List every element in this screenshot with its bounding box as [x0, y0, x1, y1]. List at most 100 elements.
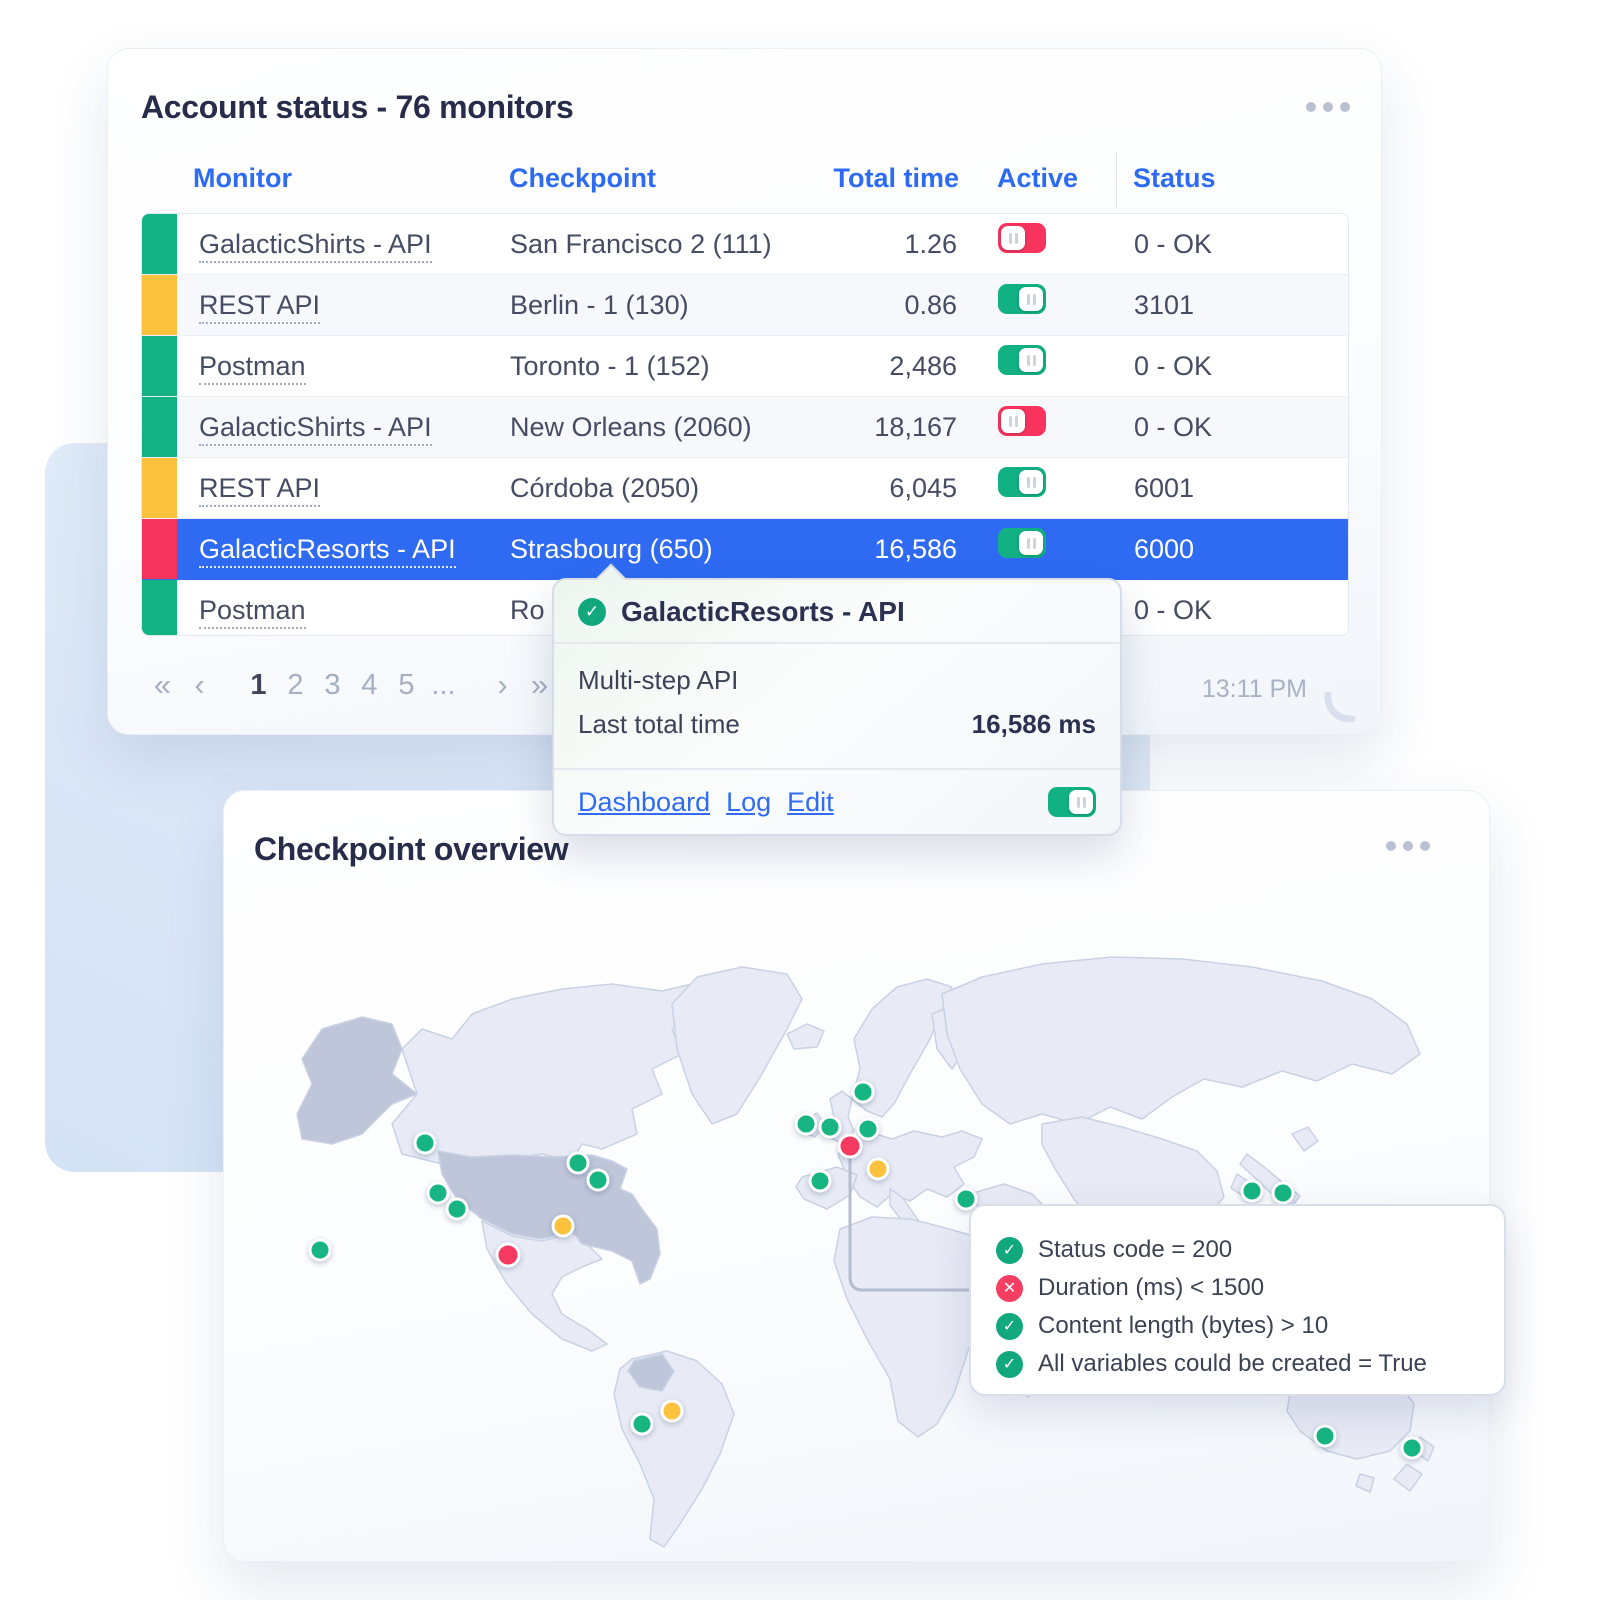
table-row[interactable]: GalacticShirts - API San Francisco 2 (11… [142, 214, 1348, 275]
status-cell: 0 - OK [1134, 397, 1212, 457]
checkpoint-overview-card: Checkpoint overview [223, 790, 1490, 1562]
checkpoint-dot-green[interactable] [631, 1413, 654, 1436]
table-row[interactable]: REST API Córdoba (2050) 6,045 6001 [142, 458, 1348, 519]
row-status-bar [142, 397, 177, 457]
checkpoint-dot-green[interactable] [567, 1152, 590, 1175]
checkpoint-dot-green[interactable] [1314, 1425, 1337, 1448]
checkpoint-dot-green[interactable] [446, 1198, 469, 1221]
column-header-total-time[interactable]: Total time [808, 163, 959, 194]
status-cell: 6000 [1134, 519, 1194, 579]
table-row[interactable]: GalacticShirts - API New Orleans (2060) … [142, 397, 1348, 458]
edit-link[interactable]: Edit [787, 787, 834, 818]
check-item: Content length (bytes) > 10 [996, 1307, 1504, 1345]
checkpoint-dot-green[interactable] [857, 1118, 880, 1141]
active-toggle[interactable] [998, 406, 1046, 436]
monitor-type-label: Multi-step API [578, 658, 738, 702]
account-card-title: Account status - 76 monitors [141, 89, 574, 126]
row-status-bar [142, 214, 177, 274]
check-item: Duration (ms) < 1500 [996, 1269, 1504, 1307]
checkpoint-cell: Ro [510, 580, 545, 636]
status-cell: 6001 [1134, 458, 1194, 518]
checkpoint-dot-green[interactable] [1272, 1182, 1295, 1205]
active-toggle[interactable] [998, 345, 1046, 375]
checkpoint-dot-yellow[interactable] [867, 1158, 890, 1181]
checkpoint-dot-green[interactable] [1241, 1180, 1264, 1203]
checkpoint-dot-green[interactable] [809, 1170, 832, 1193]
dashboard-link[interactable]: Dashboard [578, 787, 710, 818]
last-total-time-label: Last total time [578, 702, 740, 746]
pagination-next-icon[interactable]: › [484, 667, 521, 703]
checkpoint-cell: Córdoba (2050) [510, 458, 699, 518]
column-header-active[interactable]: Active [997, 163, 1078, 194]
pagination: « ‹ 1 2 3 4 5 ... › » [144, 663, 558, 707]
checkpoint-dot-yellow[interactable] [552, 1215, 575, 1238]
check-item: All variables could be created = True [996, 1345, 1504, 1383]
checkpoint-cell: San Francisco 2 (111) [510, 214, 772, 274]
monitor-popover: GalacticResorts - API Multi-step API Las… [552, 578, 1122, 836]
pagination-page[interactable]: 4 [351, 669, 388, 702]
checkpoint-dot-green[interactable] [427, 1182, 450, 1205]
checkpoint-dot-green[interactable] [795, 1113, 818, 1136]
monitor-link[interactable]: Postman [199, 336, 306, 396]
column-header-status[interactable]: Status [1133, 163, 1216, 194]
total-time-cell: 2,486 [792, 336, 957, 396]
column-header-monitor[interactable]: Monitor [193, 163, 292, 194]
checkpoint-dot-green[interactable] [819, 1116, 842, 1139]
column-header-checkpoint[interactable]: Checkpoint [509, 163, 656, 194]
checkpoint-dot-yellow[interactable] [661, 1400, 684, 1423]
status-cell: 3101 [1134, 275, 1194, 335]
active-toggle[interactable] [998, 284, 1046, 314]
monitor-popover-header: GalacticResorts - API [554, 580, 1120, 644]
pagination-page[interactable]: 5 [388, 669, 425, 702]
checkpoint-cell: New Orleans (2060) [510, 397, 752, 457]
checkpoint-dot-green[interactable] [414, 1132, 437, 1155]
log-link[interactable]: Log [726, 787, 771, 818]
status-cell: 0 - OK [1134, 580, 1212, 636]
active-toggle[interactable] [998, 467, 1046, 497]
checkpoint-dot-red[interactable] [496, 1243, 521, 1268]
row-status-bar [142, 519, 177, 579]
pagination-page[interactable]: 1 [240, 669, 277, 702]
row-status-bar [142, 458, 177, 518]
checkpoint-dot-green[interactable] [309, 1239, 332, 1262]
last-total-time-value: 16,586 ms [972, 702, 1096, 746]
row-status-bar [142, 275, 177, 335]
ellipsis-menu-icon[interactable] [1386, 841, 1430, 851]
table-row-selected[interactable]: GalacticResorts - API Strasbourg (650) 1… [142, 519, 1348, 580]
status-cell: 0 - OK [1134, 214, 1212, 274]
check-label: Duration (ms) < 1500 [1038, 1274, 1264, 1302]
active-toggle[interactable] [998, 528, 1046, 558]
check-item: Status code = 200 [996, 1231, 1504, 1269]
checkpoint-checks-popover: Status code = 200 Duration (ms) < 1500 C… [969, 1204, 1506, 1396]
monitor-active-toggle[interactable] [1048, 787, 1096, 817]
total-time-cell: 1.26 [792, 214, 957, 274]
checkpoint-dot-red[interactable] [838, 1134, 863, 1159]
checkpoint-dot-green[interactable] [1401, 1437, 1424, 1460]
monitor-link[interactable]: GalacticResorts - API [199, 519, 456, 579]
total-time-cell: 18,167 [792, 397, 957, 457]
table-row[interactable]: Postman Toronto - 1 (152) 2,486 0 - OK [142, 336, 1348, 397]
check-label: Content length (bytes) > 10 [1038, 1312, 1328, 1340]
monitor-link[interactable]: REST API [199, 458, 320, 518]
check-circle-icon [578, 598, 606, 626]
pagination-prev-icon[interactable]: ‹ [181, 667, 218, 703]
check-label: All variables could be created = True [1038, 1350, 1427, 1378]
pagination-page[interactable]: 3 [314, 669, 351, 702]
active-toggle[interactable] [998, 223, 1046, 253]
ellipsis-menu-icon[interactable] [1306, 102, 1350, 112]
pagination-page[interactable]: 2 [277, 669, 314, 702]
monitor-link[interactable]: GalacticShirts - API [199, 397, 432, 457]
monitor-link[interactable]: REST API [199, 275, 320, 335]
checkpoint-dot-green[interactable] [587, 1169, 610, 1192]
monitors-table: GalacticShirts - API San Francisco 2 (11… [141, 213, 1349, 636]
pagination-first-icon[interactable]: « [144, 667, 181, 703]
total-time-cell: 0.86 [792, 275, 957, 335]
monitor-link[interactable]: GalacticShirts - API [199, 214, 432, 274]
table-row[interactable]: REST API Berlin - 1 (130) 0.86 3101 [142, 275, 1348, 336]
monitor-link[interactable]: Postman [199, 580, 306, 636]
monitor-popover-title: GalacticResorts - API [621, 596, 905, 628]
total-time-cell: 6,045 [792, 458, 957, 518]
checkpoint-dot-green[interactable] [852, 1081, 875, 1104]
check-circle-icon [996, 1313, 1023, 1340]
check-label: Status code = 200 [1038, 1236, 1232, 1264]
